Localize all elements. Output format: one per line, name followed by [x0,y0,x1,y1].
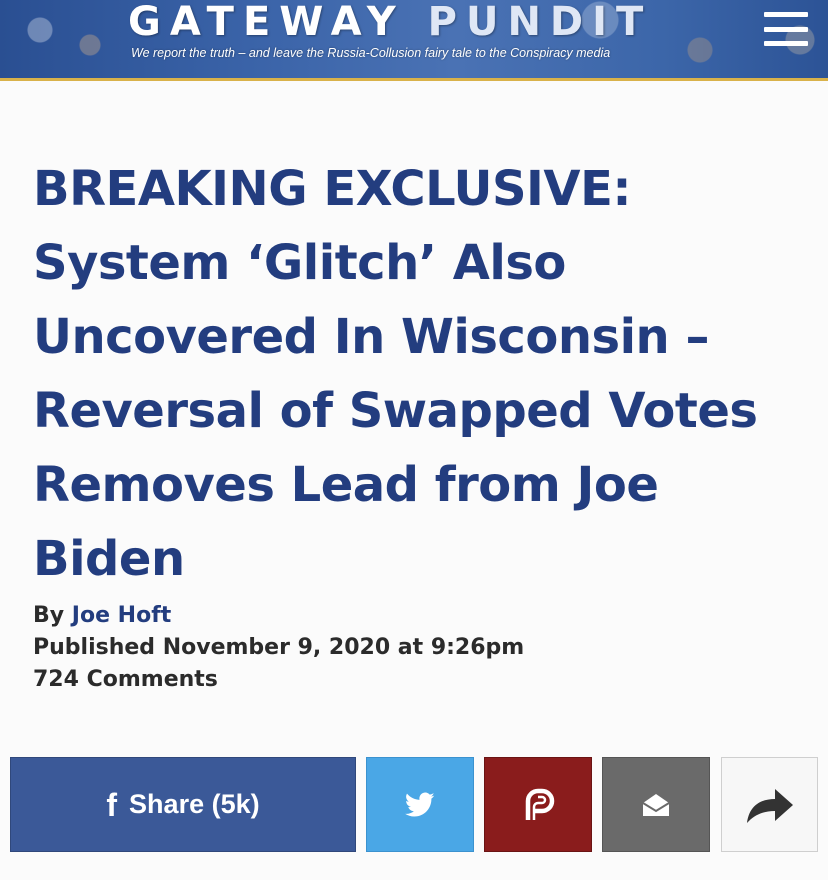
brand-left: GATEWAY [128,0,405,45]
facebook-share-label: Share (5k) [129,789,260,819]
by-label: By [33,603,65,628]
brand-right: PUNDIT [427,0,653,45]
published-date: Published November 9, 2020 at 9:26pm [33,635,525,660]
article-meta: By Joe Hoft Published November 9, 2020 a… [33,600,524,696]
facebook-icon: f [106,786,118,823]
article-headline: BREAKING EXCLUSIVE: System ‘Glitch’ Also… [33,161,758,587]
email-share-button[interactable] [602,757,710,852]
site-header: GATEWAY PUNDIT We report the truth – and… [0,0,828,81]
hamburger-menu-icon[interactable] [764,12,808,46]
site-tagline: We report the truth – and leave the Russ… [131,46,611,60]
author-link[interactable]: Joe Hoft [72,603,172,628]
site-logo[interactable]: GATEWAY PUNDIT [128,0,652,44]
share-arrow-icon [746,788,793,823]
comments-count[interactable]: 724 Comments [33,664,524,696]
parler-share-button[interactable] [484,757,592,852]
twitter-share-button[interactable] [366,757,474,852]
parler-icon [525,788,555,820]
facebook-share-button[interactable]: f Share (5k) [10,757,356,852]
more-share-button[interactable] [721,757,818,852]
twitter-bird-icon [405,792,435,816]
envelope-open-icon [642,793,670,816]
byline: By Joe Hoft [33,600,524,632]
